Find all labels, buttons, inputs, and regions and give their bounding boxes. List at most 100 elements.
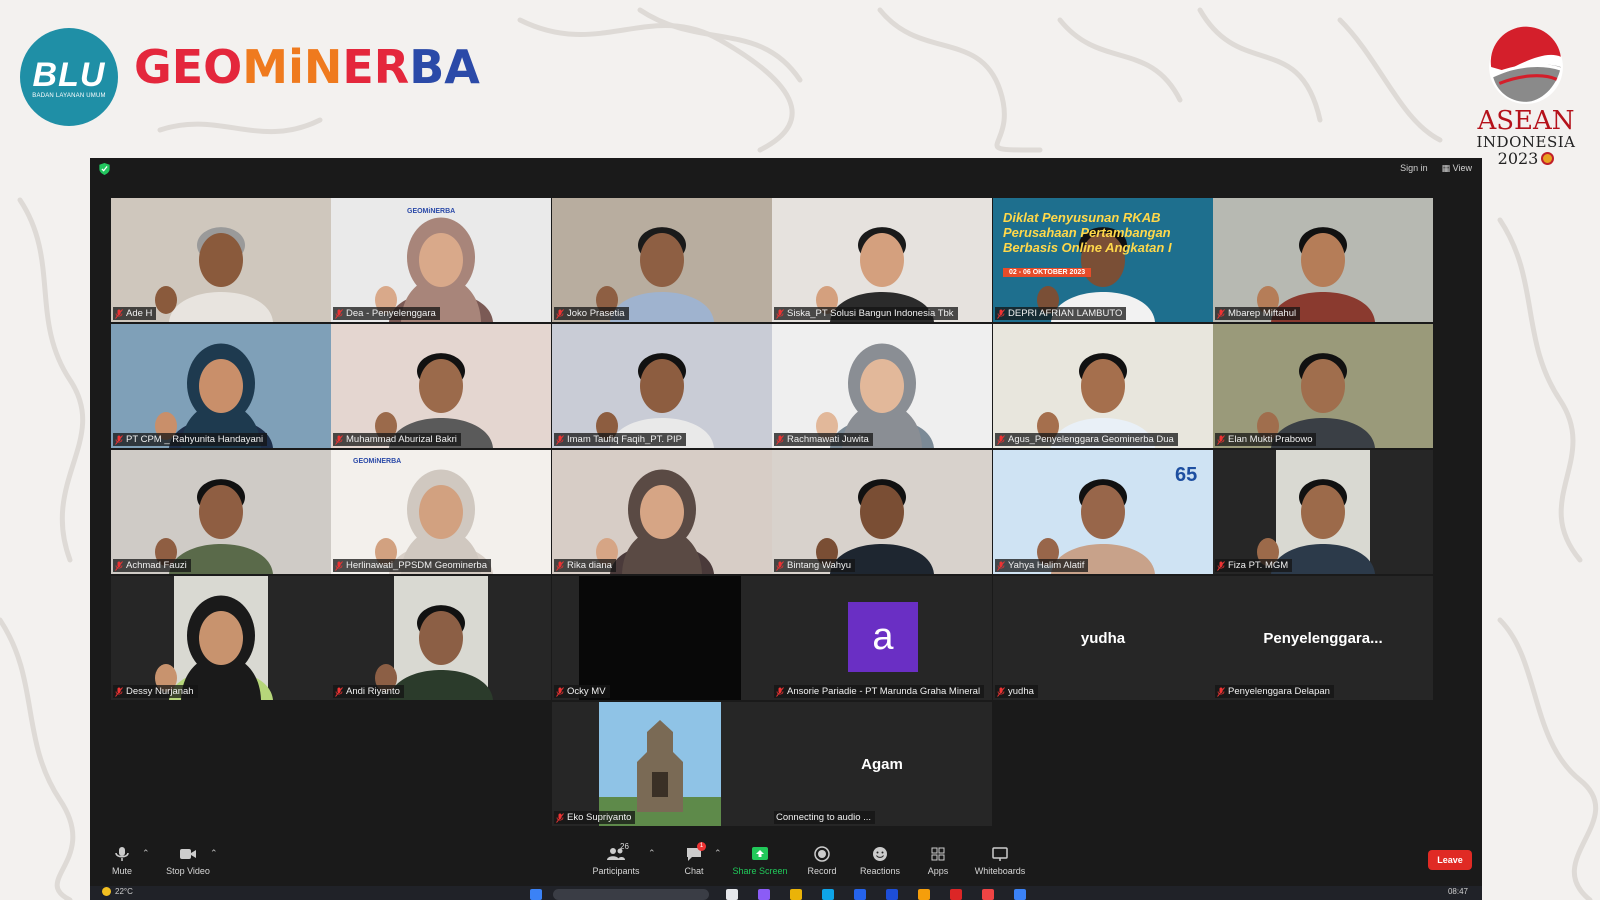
muted-microphone-icon — [1217, 686, 1225, 697]
video-options-caret[interactable]: ⌃ — [210, 848, 218, 859]
participant-tile[interactable]: Agam Connecting to audio ... — [772, 702, 992, 826]
zoom-meeting-window: Sign in ▦ View Ade H GEOMiNERBA Dea - Peny… — [90, 158, 1482, 900]
chat-label: Chat — [684, 866, 704, 876]
participant-tile[interactable]: Diklat Penyusunan RKAB Perusahaan Pertam… — [993, 198, 1213, 322]
muted-microphone-icon — [776, 434, 784, 445]
view-label: View — [1452, 163, 1472, 173]
mute-label: Mute — [111, 866, 132, 876]
participants-label: Participants — [592, 866, 640, 876]
whiteboards-label: Whiteboards — [974, 866, 1026, 876]
participants-options-caret[interactable]: ⌃ — [648, 848, 656, 859]
participant-video-frame — [111, 450, 331, 574]
blu-subtitle: BADAN LAYANAN UMUM — [32, 92, 106, 99]
participant-tile[interactable]: Rika diana — [552, 450, 772, 574]
participant-video-frame — [552, 324, 772, 448]
muted-microphone-icon — [997, 434, 1005, 445]
pdf-icon[interactable] — [950, 889, 962, 900]
participant-name-label: Penyelenggara Delapan — [1215, 685, 1334, 698]
participant-tile[interactable]: Ocky MV — [552, 576, 772, 700]
record-button[interactable]: Record — [792, 846, 852, 876]
zoom-app-icon[interactable] — [886, 889, 898, 900]
leave-button[interactable]: Leave — [1428, 850, 1472, 870]
task-view-icon[interactable] — [726, 889, 738, 900]
whiteboards-button[interactable]: Whiteboards — [970, 846, 1030, 876]
participant-tile[interactable]: Rachmawati Juwita — [772, 324, 992, 448]
store-icon[interactable] — [854, 889, 866, 900]
view-button[interactable]: ▦ View — [1442, 163, 1472, 174]
start-icon[interactable] — [530, 889, 542, 900]
muted-microphone-icon — [776, 686, 784, 697]
media-icon[interactable] — [982, 889, 994, 900]
reactions-button[interactable]: Reactions — [850, 846, 910, 876]
taskbar-search-box[interactable] — [553, 889, 709, 900]
participants-button[interactable]: 26 Participants — [586, 842, 646, 876]
participant-tile[interactable]: Ade H — [111, 198, 331, 322]
participant-name-label: Eko Supriyanto — [554, 811, 636, 824]
blu-mark: BLU — [32, 55, 106, 94]
participant-name: Muhammad Aburizal Bakri — [346, 434, 457, 445]
muted-microphone-icon — [115, 434, 123, 445]
participant-name: Andi Riyanto — [346, 686, 400, 697]
participant-tile[interactable]: Achmad Fauzi — [111, 450, 331, 574]
participant-name: Joko Prasetia — [567, 308, 625, 319]
participant-tile[interactable]: Andi Riyanto — [331, 576, 551, 700]
participant-tile[interactable]: GEOMiNERBA Herlinawati_PPSDM Geominerba — [331, 450, 551, 574]
participant-tile[interactable]: PT CPM _ Rahyunita Handayani — [111, 324, 331, 448]
muted-microphone-icon — [556, 560, 564, 571]
participant-video-frame — [375, 576, 493, 700]
video-camera-icon — [180, 849, 196, 859]
app-icon[interactable] — [758, 889, 770, 900]
participant-name: Siska_PT Solusi Bangun Indonesia Tbk — [787, 308, 954, 319]
participant-name: Mbarep Miftahul — [1228, 308, 1297, 319]
participant-tile[interactable]: Agus_Penyelenggara Geominerba Dua — [993, 324, 1213, 448]
participant-name: Achmad Fauzi — [126, 560, 187, 571]
participant-name-label: yudha — [995, 685, 1038, 698]
participant-tile[interactable]: Bintang Wahyu — [772, 450, 992, 574]
participant-display-name: Penyelenggara... — [1263, 629, 1383, 647]
participant-name-label: DEPRI AFRIAN LAMBUTO — [995, 307, 1127, 320]
participant-tile[interactable]: 65 Yahya Halim Alatif — [993, 450, 1213, 574]
chat-options-caret[interactable]: ⌃ — [714, 848, 722, 859]
participant-tile[interactable]: yudha yudha — [993, 576, 1213, 700]
participant-tile[interactable]: Siska_PT Solusi Bangun Indonesia Tbk — [772, 198, 992, 322]
stop-video-label: Stop Video — [166, 866, 210, 876]
participant-name: Dea - Penyelenggara — [346, 308, 436, 319]
participant-video-frame — [1213, 198, 1433, 322]
edge-browser-icon[interactable] — [822, 889, 834, 900]
participant-name-label: Ade H — [113, 307, 157, 320]
muted-microphone-icon — [556, 686, 564, 697]
virtual-background-badge: 65 — [1175, 464, 1198, 486]
participants-count: 26 — [620, 842, 629, 851]
participant-tile[interactable]: Fiza PT. MGM — [1213, 450, 1433, 574]
mail-icon[interactable] — [1014, 889, 1026, 900]
participant-tile[interactable]: Imam Taufiq Faqih_PT. PIP — [552, 324, 772, 448]
participant-tile[interactable]: a Ansorie Pariadie - PT Marunda Graha Min… — [772, 576, 992, 700]
weather-widget[interactable]: 22°C — [102, 887, 133, 896]
apps-button[interactable]: Apps — [908, 846, 968, 876]
chrome-icon[interactable] — [918, 889, 930, 900]
participant-tile[interactable]: GEOMiNERBA Dea - Penyelenggara — [331, 198, 551, 322]
participant-tile[interactable]: Dessy Nurjanah — [111, 576, 331, 700]
participant-tile[interactable]: Penyelenggara... Penyelenggara Delapan — [1213, 576, 1433, 700]
sign-in-link[interactable]: Sign in — [1400, 163, 1428, 174]
participant-video-frame — [1257, 450, 1375, 574]
participant-name-label: Agus_Penyelenggara Geominerba Dua — [995, 433, 1178, 446]
participant-video-frame — [772, 198, 992, 322]
participant-tile[interactable]: Elan Mukti Prabowo — [1213, 324, 1433, 448]
audio-options-caret[interactable]: ⌃ — [142, 848, 150, 859]
participant-video-frame — [111, 324, 331, 448]
asean-emblem-icon — [1489, 26, 1563, 104]
participant-name: DEPRI AFRIAN LAMBUTO — [1008, 308, 1123, 319]
asean-indonesia-logo: ASEAN INDONESIA 2023 — [1476, 26, 1576, 168]
participant-tile[interactable]: Mbarep Miftahul — [1213, 198, 1433, 322]
stop-video-button[interactable]: Stop Video — [158, 846, 218, 876]
participant-video-frame — [993, 324, 1213, 448]
participant-tile[interactable]: Joko Prasetia — [552, 198, 772, 322]
participant-tile[interactable]: Eko Supriyanto — [552, 702, 772, 826]
share-screen-button[interactable]: Share Screen — [730, 846, 790, 876]
encryption-shield-icon[interactable] — [99, 163, 110, 175]
participant-name: Bintang Wahyu — [787, 560, 852, 571]
participant-name-label: Muhammad Aburizal Bakri — [333, 433, 461, 446]
participant-tile[interactable]: Muhammad Aburizal Bakri — [331, 324, 551, 448]
folder-icon[interactable] — [790, 889, 802, 900]
